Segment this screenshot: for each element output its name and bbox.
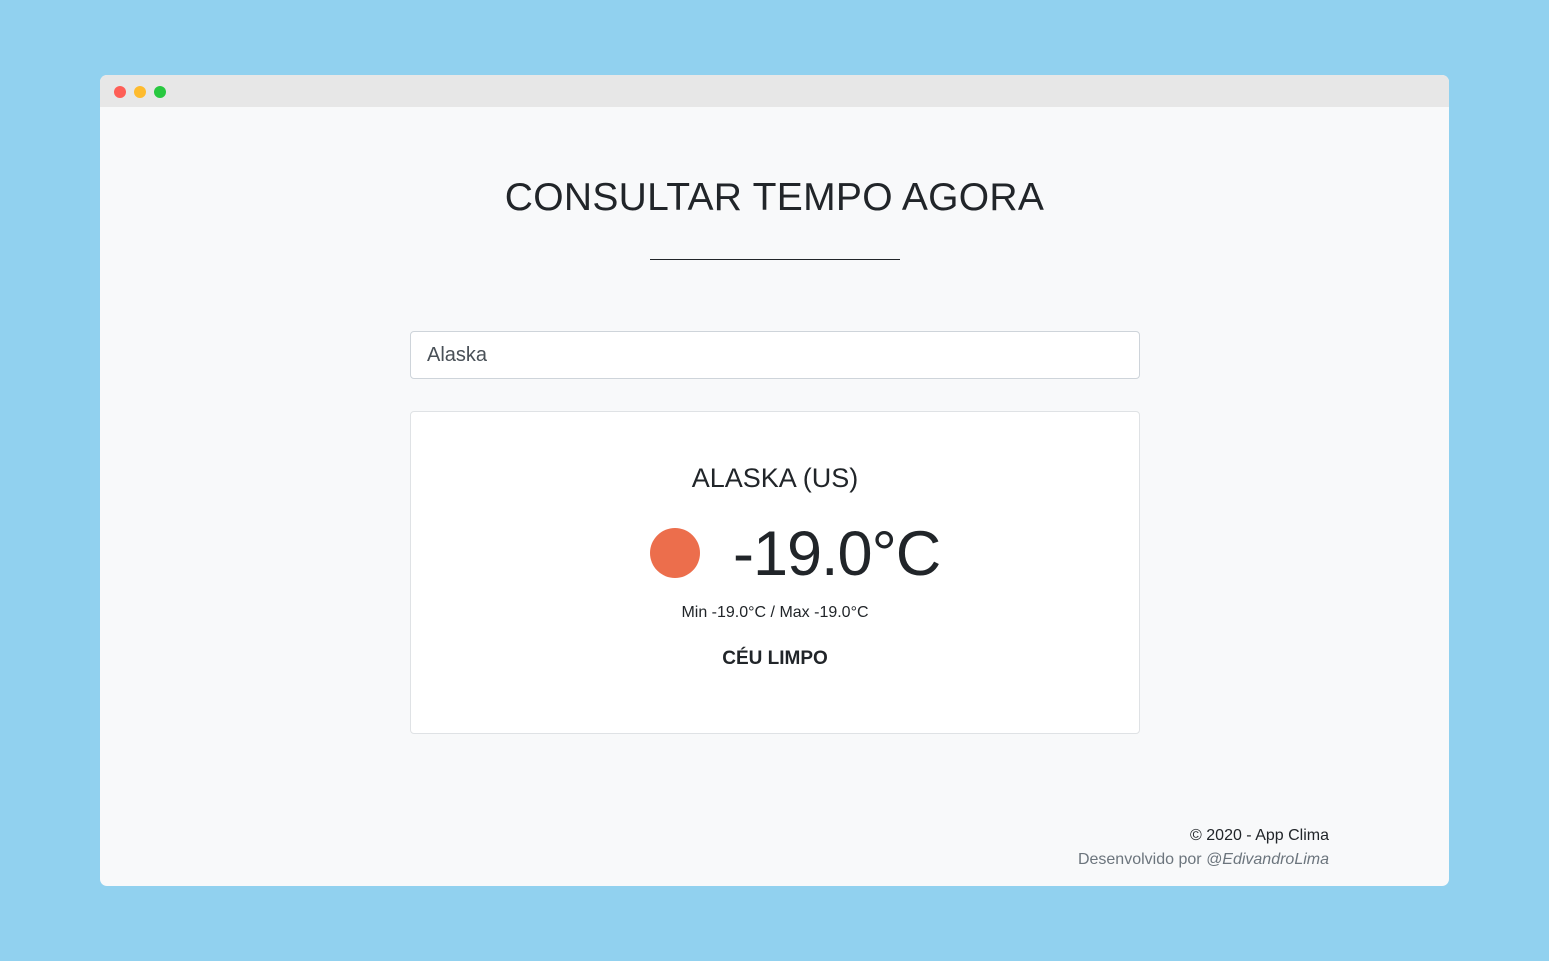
app-window: CONSULTAR TEMPO AGORA ALASKA (US) -19.0°… — [100, 75, 1449, 886]
footer: © 2020 - App Clima Desenvolvido por @Edi… — [1078, 824, 1329, 872]
close-window-button[interactable] — [114, 86, 126, 98]
credits-text: Desenvolvido por @EdivandroLima — [1078, 848, 1329, 872]
author-link[interactable]: @EdivandroLima — [1206, 851, 1329, 868]
city-name: ALASKA (US) — [691, 463, 859, 493]
title-divider — [650, 259, 900, 260]
weather-card: ALASKA (US) -19.0°C Min -19.0°C / Max -1… — [410, 411, 1140, 734]
min-max-temperature: Min -19.0°C / Max -19.0°C — [681, 604, 869, 621]
minimize-window-button[interactable] — [134, 86, 146, 98]
city-search-input[interactable] — [410, 331, 1140, 379]
weather-description: CÉU LIMPO — [722, 648, 828, 669]
copyright-text: © 2020 - App Clima — [1190, 827, 1329, 844]
maximize-window-button[interactable] — [154, 86, 166, 98]
current-temperature: -19.0°C — [733, 519, 941, 589]
window-titlebar — [100, 75, 1449, 107]
developed-by-label: Desenvolvido por — [1077, 851, 1207, 868]
sun-icon — [650, 528, 700, 578]
page-title: CONSULTAR TEMPO AGORA — [504, 176, 1045, 219]
